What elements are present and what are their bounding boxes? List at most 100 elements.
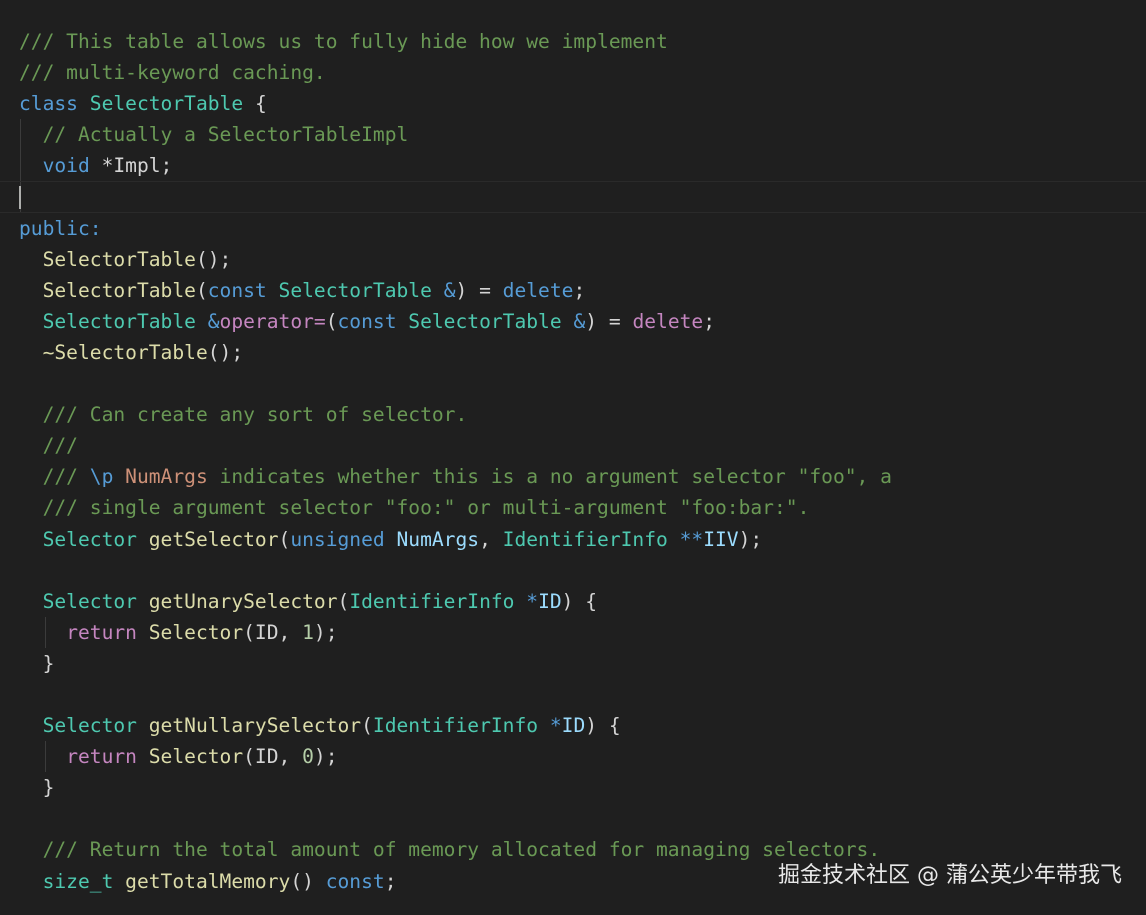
- code-token: SelectorTable: [89, 92, 244, 116]
- code-line[interactable]: public:: [0, 213, 1146, 244]
- code-line[interactable]: /// multi-keyword caching.: [0, 57, 1146, 88]
- code-line[interactable]: Selector getNullarySelector(IdentifierIn…: [0, 710, 1146, 741]
- code-token: (: [278, 527, 291, 551]
- code-token: **: [679, 527, 704, 551]
- code-token: Selector: [42, 589, 137, 613]
- code-token: getUnarySelector: [148, 589, 338, 613]
- code-token: size_t: [42, 869, 114, 893]
- code-line[interactable]: [0, 181, 1146, 213]
- code-line[interactable]: }: [0, 772, 1146, 803]
- code-token: 0: [302, 745, 314, 769]
- code-token: delete: [502, 278, 574, 302]
- code-token: ) {: [585, 714, 621, 738]
- code-token: ();: [195, 247, 232, 271]
- code-line[interactable]: SelectorTable();: [0, 244, 1146, 275]
- code-token: ) =: [455, 278, 503, 302]
- code-token: *: [549, 714, 562, 738]
- code-token: ~SelectorTable: [42, 340, 208, 364]
- code-token: Selector: [42, 714, 137, 738]
- code-token: const: [207, 278, 267, 302]
- code-token: SelectorTable: [42, 309, 196, 333]
- code-token: (: [337, 589, 350, 613]
- code-line[interactable]: }: [0, 648, 1146, 679]
- code-line[interactable]: /// This table allows us to fully hide h…: [0, 26, 1146, 57]
- indent-guide: [20, 150, 21, 182]
- code-token: \p: [89, 465, 114, 489]
- code-line[interactable]: [0, 803, 1146, 834]
- code-line[interactable]: /// single argument selector "foo:" or m…: [0, 492, 1146, 523]
- code-line[interactable]: ~SelectorTable();: [0, 337, 1146, 368]
- code-line[interactable]: [0, 679, 1146, 710]
- code-token: SelectorTable: [42, 247, 196, 271]
- code-token: void: [42, 154, 90, 178]
- code-editor[interactable]: /// This table allows us to fully hide h…: [0, 0, 1146, 915]
- text-cursor: [19, 186, 21, 210]
- code-line[interactable]: ///: [0, 430, 1146, 461]
- code-token: 1: [302, 620, 314, 644]
- code-token: ;: [703, 309, 716, 333]
- code-token: &: [443, 278, 456, 302]
- code-line[interactable]: Selector getUnarySelector(IdentifierInfo…: [0, 586, 1146, 617]
- code-token: (ID,: [243, 620, 303, 644]
- code-token: Selector: [42, 527, 137, 551]
- code-token: (: [361, 714, 373, 738]
- code-token: IIV: [703, 527, 739, 551]
- code-line[interactable]: Selector getSelector(unsigned NumArgs, I…: [0, 524, 1146, 555]
- code-line[interactable]: [0, 555, 1146, 586]
- code-token: ID: [561, 714, 586, 738]
- code-token: (): [290, 869, 326, 893]
- watermark: 掘金技术社区 @ 蒲公英少年带我飞: [778, 863, 1122, 888]
- code-token: operator=: [219, 309, 326, 333]
- code-token: );: [313, 745, 338, 769]
- code-line[interactable]: SelectorTable &operator=(const SelectorT…: [0, 306, 1146, 337]
- code-token: ///: [42, 465, 90, 489]
- code-line[interactable]: /// Can create any sort of selector.: [0, 399, 1146, 430]
- code-token: public:: [19, 216, 102, 240]
- code-line[interactable]: [0, 368, 1146, 399]
- code-token: NumArgs: [396, 527, 480, 551]
- code-line[interactable]: return Selector(ID, 0);: [0, 741, 1146, 773]
- code-token: class: [19, 92, 78, 116]
- code-token: );: [738, 527, 763, 551]
- code-line[interactable]: class SelectorTable {: [0, 88, 1146, 119]
- code-token: Selector: [148, 745, 244, 769]
- code-token: /// This table allows us to fully hide h…: [19, 30, 668, 53]
- code-token: getSelector: [148, 527, 279, 551]
- code-token: ,: [479, 527, 503, 551]
- code-line[interactable]: /// \p NumArgs indicates whether this is…: [0, 461, 1146, 492]
- code-area[interactable]: /// This table allows us to fully hide h…: [0, 26, 1146, 897]
- code-token: {: [254, 92, 267, 116]
- code-token: );: [313, 620, 338, 644]
- code-token: (: [325, 309, 338, 333]
- code-line[interactable]: return Selector(ID, 1);: [0, 616, 1146, 648]
- code-token: ;: [573, 278, 586, 302]
- code-line[interactable]: SelectorTable(const SelectorTable &) = d…: [0, 275, 1146, 306]
- code-token: return: [66, 745, 137, 769]
- code-token: SelectorTable: [278, 278, 432, 302]
- code-token: IdentifierInfo: [372, 714, 539, 738]
- code-line[interactable]: // Actually a SelectorTableImpl: [0, 119, 1146, 151]
- code-line[interactable]: void *Impl;: [0, 150, 1146, 182]
